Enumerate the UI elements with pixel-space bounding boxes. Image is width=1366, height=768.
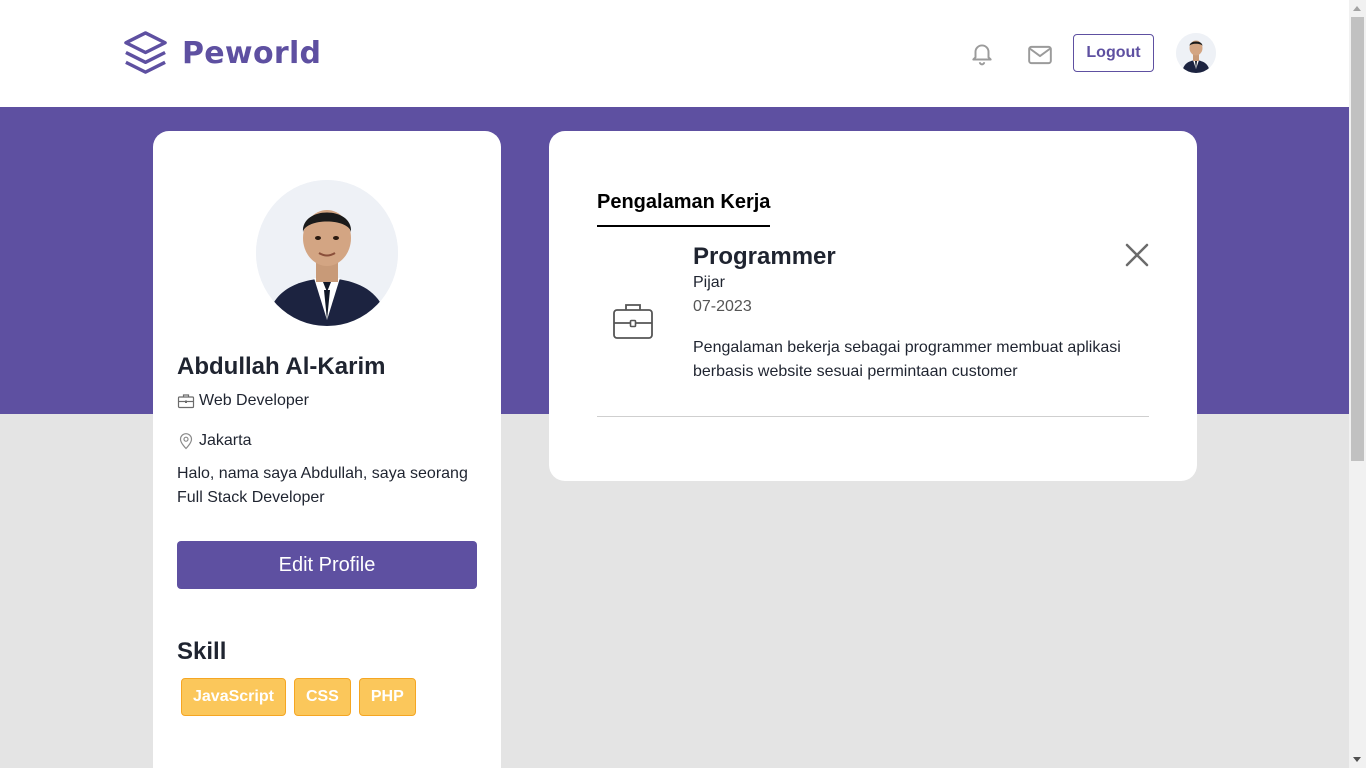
navbar: Peworld Logout	[0, 0, 1349, 107]
skill-heading: Skill	[177, 638, 227, 665]
skill-tag-php: PHP	[358, 678, 416, 716]
edit-profile-button[interactable]: Edit Profile	[177, 541, 477, 589]
logout-button[interactable]: Logout	[1073, 34, 1154, 72]
skill-tag-javascript: JavaScript	[181, 678, 286, 716]
mail-icon[interactable]	[1027, 42, 1053, 68]
experience-date: 07-2023	[693, 298, 752, 315]
skill-list: JavaScript CSS PHP	[181, 678, 416, 716]
brand-name: Peworld	[182, 36, 322, 71]
scroll-down-arrow[interactable]	[1353, 757, 1361, 762]
profile-location-text: Jakarta	[199, 432, 252, 449]
experience-card: Pengalaman Kerja Programmer Pijar 07-202…	[549, 131, 1197, 481]
briefcase-icon	[177, 394, 195, 409]
close-icon[interactable]	[1123, 241, 1151, 269]
map-pin-icon	[179, 433, 193, 450]
briefcase-icon	[613, 304, 653, 339]
tab-pengalaman-kerja[interactable]: Pengalaman Kerja	[597, 191, 771, 227]
user-avatar[interactable]	[1176, 33, 1216, 73]
profile-name: Abdullah Al-Karim	[177, 353, 386, 380]
bell-icon[interactable]	[969, 40, 995, 66]
brand-logo[interactable]: Peworld	[122, 30, 321, 77]
profile-location: Jakarta	[177, 432, 251, 450]
profile-image	[256, 180, 398, 326]
experience-position: Programmer	[693, 243, 836, 270]
page-scrollbar[interactable]	[1349, 0, 1366, 768]
profile-card: Abdullah Al-Karim Web Developer Jakarta …	[153, 131, 501, 768]
profile-photo	[256, 180, 398, 326]
experience-company: Pijar	[693, 274, 726, 291]
experience-description: Pengalaman bekerja sebagai programmer me…	[693, 339, 1121, 380]
profile-job: Web Developer	[177, 392, 309, 410]
scroll-up-arrow[interactable]	[1353, 6, 1361, 11]
scroll-thumb[interactable]	[1351, 17, 1364, 461]
layers-icon	[124, 31, 167, 74]
experience-divider	[597, 416, 1149, 417]
profile-job-text: Web Developer	[199, 392, 309, 409]
profile-bio: Halo, nama saya Abdullah, saya seorang F…	[177, 465, 468, 506]
avatar-image	[1176, 33, 1216, 73]
skill-tag-css: CSS	[293, 678, 351, 716]
